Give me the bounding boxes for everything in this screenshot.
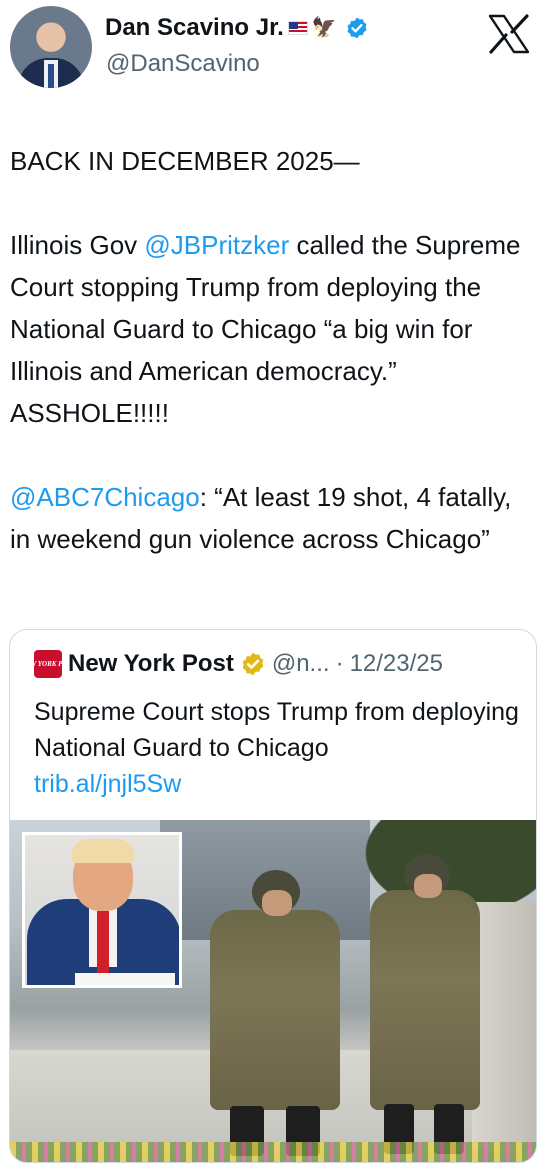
photo-flowers <box>10 1142 536 1162</box>
quoted-date[interactable]: 12/23/25 <box>350 650 443 678</box>
quoted-post-photo[interactable] <box>10 820 536 1162</box>
photo-soldier <box>210 870 340 1156</box>
photo-concrete-barrier <box>472 902 536 1150</box>
photo-soldier <box>370 854 480 1154</box>
x-logo-icon[interactable] <box>488 14 530 54</box>
tweet-header: Dan Scavino Jr. 🦅 @DanScavino <box>0 0 545 96</box>
inset-hair <box>71 839 135 863</box>
inset-paper <box>75 973 175 985</box>
mention-abc7chicago[interactable]: @ABC7Chicago <box>10 482 200 512</box>
tweet-line-1: BACK IN DECEMBER 2025— <box>10 146 360 176</box>
quoted-post-card[interactable]: NEW YORK POST New York Post @n... · 12/2… <box>9 629 537 1163</box>
author-name-row: Dan Scavino Jr. 🦅 <box>105 14 369 42</box>
tweet-paragraph-3: @ABC7Chicago: “At least 19 shot, 4 fatal… <box>10 476 538 560</box>
verified-badge-icon <box>347 17 367 39</box>
quoted-headline: Supreme Court stops Trump from deploying… <box>34 698 519 762</box>
quoted-handle[interactable]: @n... <box>272 650 330 678</box>
soldier-face <box>262 890 292 916</box>
eagle-icon: 🦅 <box>311 17 337 39</box>
quoted-source-name[interactable]: New York Post <box>68 650 234 678</box>
author-handle[interactable]: @DanScavino <box>106 50 260 78</box>
tweet-body: BACK IN DECEMBER 2025— Illinois Gov @JBP… <box>10 140 538 560</box>
photo-inset-portrait <box>22 832 182 988</box>
author-display-name[interactable]: Dan Scavino Jr. <box>105 14 284 42</box>
tweet-paragraph-2: Illinois Gov @JBPritzker called the Supr… <box>10 224 538 434</box>
new-york-post-logo[interactable]: NEW YORK POST <box>20 650 76 678</box>
us-flag-icon <box>287 21 308 35</box>
gold-verified-icon <box>242 652 264 676</box>
meta-separator: · <box>335 650 344 677</box>
tweet-p2-prefix: Illinois Gov <box>10 230 145 260</box>
mention-jbpritzker[interactable]: @JBPritzker <box>144 230 289 260</box>
avatar-tie <box>48 64 54 88</box>
author-avatar[interactable] <box>10 6 92 88</box>
quoted-post-header: NEW YORK POST New York Post @n... · 12/2… <box>20 650 443 678</box>
quoted-post-text: Supreme Court stops Trump from deploying… <box>34 694 524 802</box>
quoted-link[interactable]: trib.al/jnjl5Sw <box>34 766 524 802</box>
soldier-face <box>414 874 442 898</box>
